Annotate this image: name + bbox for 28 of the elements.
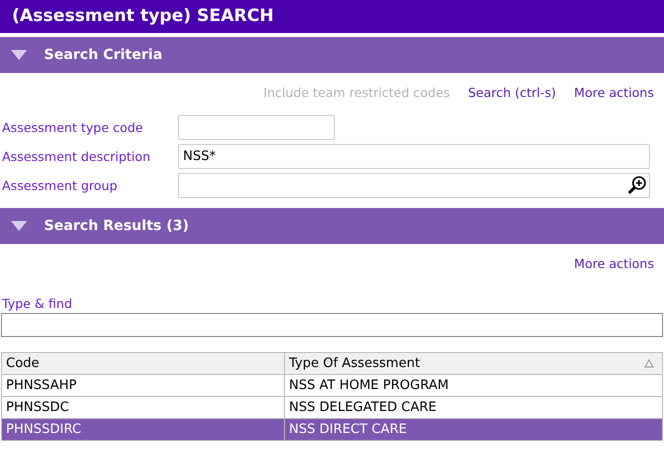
find-field[interactable]: [1, 313, 663, 337]
table-cell: NSS DIRECT CARE: [284, 418, 662, 440]
action-link[interactable]: More actions: [574, 256, 654, 274]
window-title: (Assessment type) SEARCH: [0, 0, 664, 33]
zoom-in-icon[interactable]: [627, 175, 647, 195]
input-field[interactable]: NSS*: [178, 144, 650, 169]
table-cell: PHNSSAHP: [2, 374, 284, 396]
section-header[interactable]: Search Results (3): [0, 208, 664, 244]
field-label: Assessment group: [2, 178, 118, 193]
action-link[interactable]: Search (ctrl-s): [468, 85, 556, 103]
input-field[interactable]: [178, 173, 650, 198]
table-row[interactable]: PHNSSDIRC NSS DIRECT CARE: [2, 418, 662, 440]
section-header[interactable]: Search Criteria: [0, 37, 664, 73]
section-title: Search Results (3): [44, 218, 189, 234]
action-link[interactable]: More actions: [574, 85, 654, 103]
field-label: Assessment type code: [2, 120, 144, 135]
column-header[interactable]: Code: [2, 352, 284, 374]
collapse-icon: [10, 220, 28, 232]
field-label: Assessment description: [2, 149, 152, 164]
column-header[interactable]: Type Of Assessment: [284, 352, 662, 374]
input-field[interactable]: [178, 115, 335, 140]
table-cell: NSS AT HOME PROGRAM: [284, 374, 662, 396]
collapse-icon: [10, 49, 28, 61]
field-label: Type & find: [2, 296, 72, 311]
table-row[interactable]: PHNSSAHP NSS AT HOME PROGRAM: [2, 374, 662, 396]
table-cell: PHNSSDIRC: [2, 418, 284, 440]
sort-icon: [644, 359, 654, 368]
section-title: Search Criteria: [44, 47, 162, 63]
